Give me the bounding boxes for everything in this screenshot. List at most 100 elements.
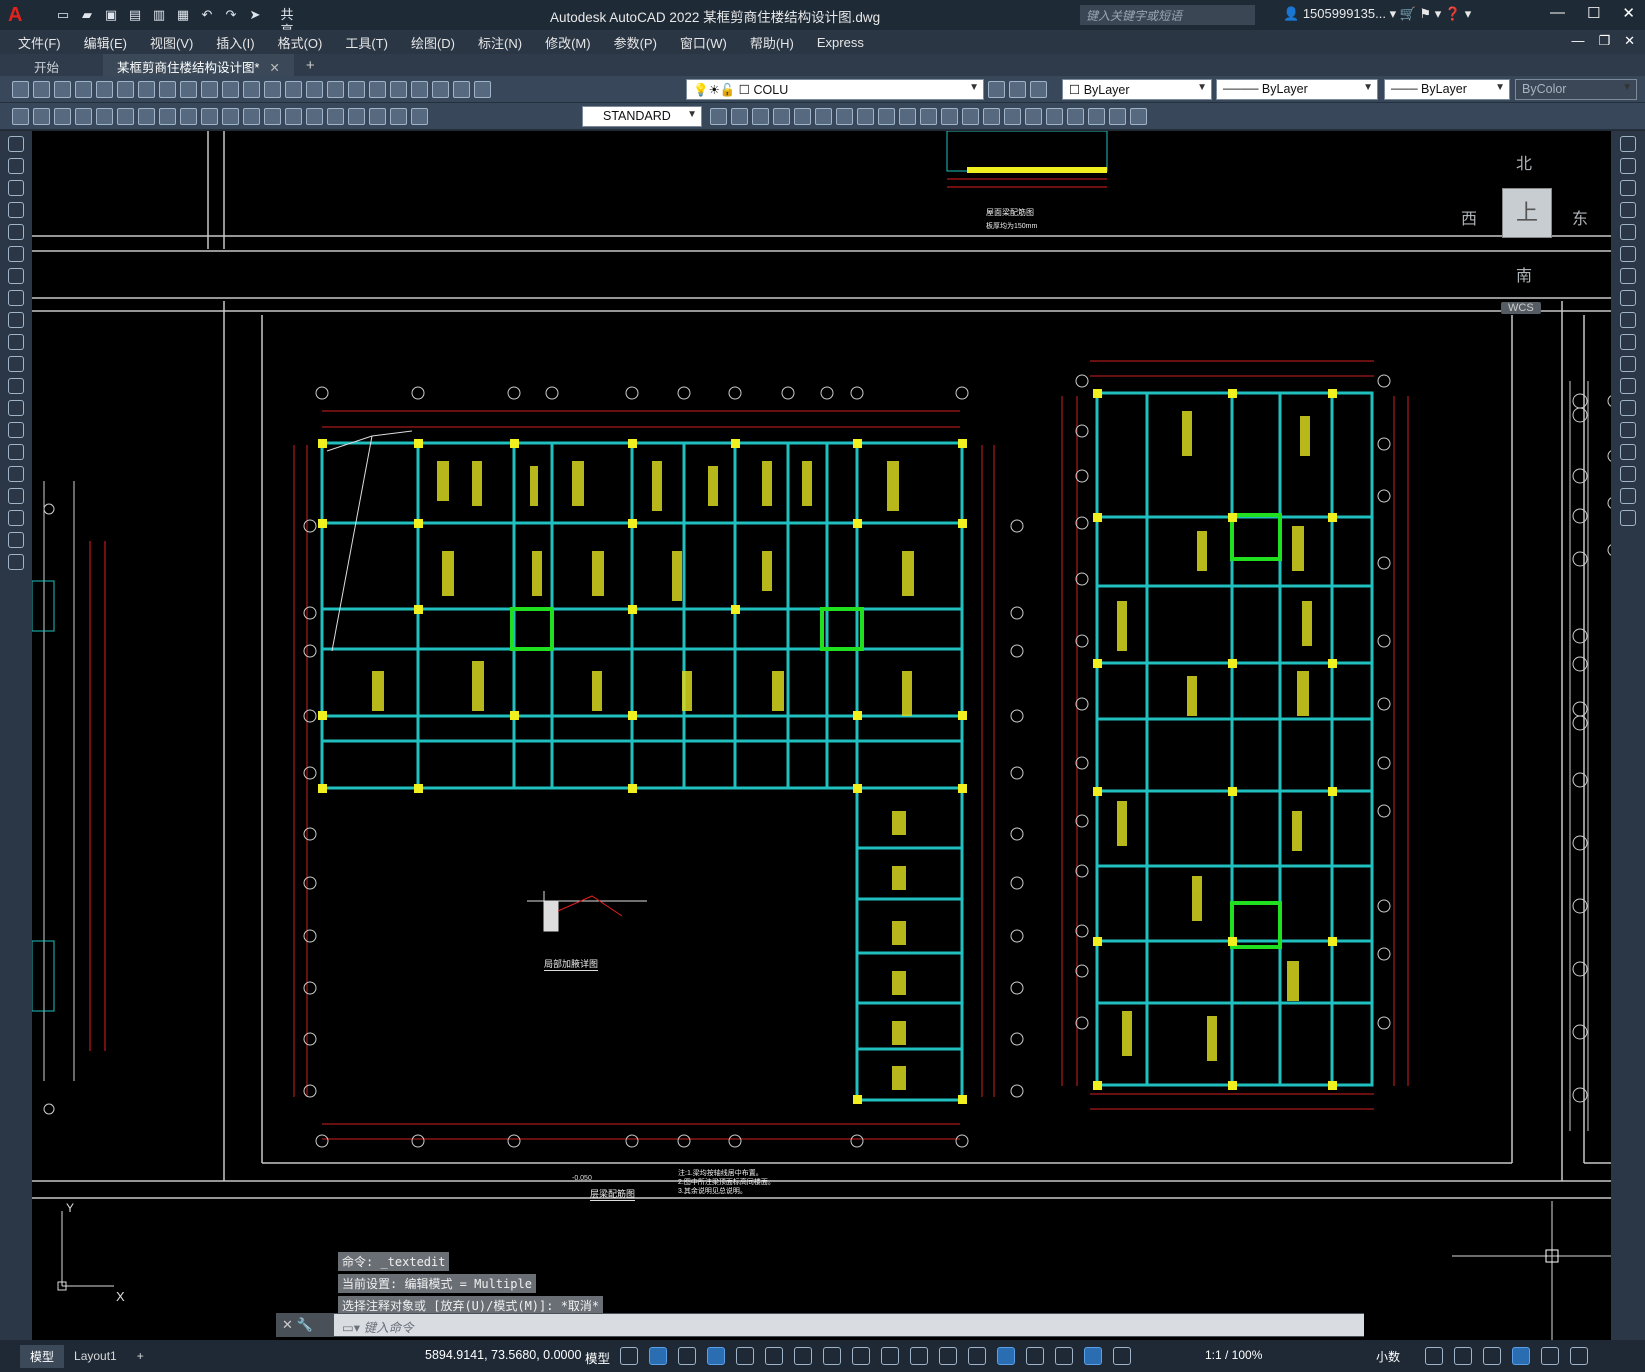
- break-point-icon[interactable]: [1620, 378, 1636, 394]
- redo-icon[interactable]: ↷: [222, 7, 240, 23]
- selection-filter-icon[interactable]: [1026, 1347, 1044, 1365]
- annotation-visibility-icon[interactable]: [1084, 1347, 1102, 1365]
- add-layout-icon[interactable]: +: [127, 1346, 154, 1366]
- join-icon[interactable]: [1620, 422, 1636, 438]
- intersect-icon[interactable]: [773, 108, 790, 125]
- gradient-icon[interactable]: [8, 466, 24, 482]
- autoscale-icon[interactable]: [1113, 1347, 1131, 1365]
- pan-icon[interactable]: [264, 81, 281, 98]
- lineweight-icon[interactable]: [881, 1347, 899, 1365]
- inspect-icon[interactable]: [327, 108, 344, 125]
- grid-icon[interactable]: [620, 1347, 638, 1365]
- rectangle-icon[interactable]: [8, 224, 24, 240]
- customization-icon[interactable]: [1570, 1347, 1588, 1365]
- cut-icon[interactable]: [138, 81, 155, 98]
- object-snap-tracking-icon[interactable]: [823, 1347, 841, 1365]
- shell-icon[interactable]: [1067, 108, 1084, 125]
- linetype-dropdown[interactable]: ──── ByLayer ▼: [1216, 79, 1378, 100]
- tool-palettes-icon[interactable]: [369, 81, 386, 98]
- polyline-icon[interactable]: [8, 180, 24, 196]
- trim-icon[interactable]: [1620, 334, 1636, 350]
- color-face-icon[interactable]: [983, 108, 1000, 125]
- scale-icon[interactable]: [1620, 290, 1636, 306]
- menu-modify[interactable]: 修改(M): [545, 33, 591, 52]
- move-face-icon[interactable]: [857, 108, 874, 125]
- menu-help[interactable]: 帮助(H): [750, 33, 794, 52]
- textstyle-dropdown[interactable]: STANDARD ▼: [582, 106, 702, 127]
- web-mobile-icon[interactable]: ▥: [150, 7, 168, 23]
- extend-icon[interactable]: [1620, 356, 1636, 372]
- dim-angular-icon[interactable]: [159, 108, 176, 125]
- dim-diameter-icon[interactable]: [138, 108, 155, 125]
- new-icon[interactable]: ▭: [54, 7, 72, 23]
- arc-icon[interactable]: [8, 246, 24, 262]
- make-block-icon[interactable]: [8, 400, 24, 416]
- annotation-scale[interactable]: 1:1 / 100%: [1205, 1348, 1262, 1362]
- tab-drawing[interactable]: 某框剪商住楼结构设计图* ✕: [103, 54, 294, 76]
- erase-icon[interactable]: [1620, 136, 1636, 152]
- close-icon[interactable]: ✕: [282, 1317, 293, 1332]
- layer-manager-icon[interactable]: [474, 81, 491, 98]
- selection-cycling-icon[interactable]: [939, 1347, 957, 1365]
- ellipse-icon[interactable]: [8, 334, 24, 350]
- save-as-icon[interactable]: ▤: [126, 7, 144, 23]
- save-icon[interactable]: ▣: [102, 7, 120, 23]
- help-icon[interactable]: [453, 81, 470, 98]
- color-dropdown[interactable]: ☐ ByLayer ▼: [1062, 79, 1212, 100]
- share-button[interactable]: 共享: [278, 7, 296, 38]
- clean-icon[interactable]: [1025, 108, 1042, 125]
- isodraft-icon[interactable]: [794, 1347, 812, 1365]
- gizmo-icon[interactable]: [1055, 1347, 1073, 1365]
- hatch-icon[interactable]: [8, 444, 24, 460]
- separate-icon[interactable]: [1046, 108, 1063, 125]
- layer-match-icon[interactable]: [1009, 81, 1026, 98]
- viewcube-south[interactable]: 南: [1516, 262, 1532, 286]
- viewcube-west[interactable]: 西: [1461, 205, 1477, 229]
- menu-draw[interactable]: 绘图(D): [411, 33, 455, 52]
- send-icon[interactable]: ➤: [246, 7, 264, 23]
- menu-dimension[interactable]: 标注(N): [478, 33, 522, 52]
- dynamic-ucs-icon[interactable]: [997, 1347, 1015, 1365]
- match-properties-icon[interactable]: [201, 81, 218, 98]
- dim-break-icon[interactable]: [264, 108, 281, 125]
- sheet-set-icon[interactable]: [390, 81, 407, 98]
- plotstyle-dropdown[interactable]: ByColor ▼: [1515, 79, 1637, 100]
- dim-space-icon[interactable]: [243, 108, 260, 125]
- command-input[interactable]: ▭▾ 键入命令: [334, 1314, 1364, 1336]
- menu-window[interactable]: 窗口(W): [680, 33, 727, 52]
- extrude-icon[interactable]: [794, 108, 811, 125]
- spline-icon[interactable]: [8, 312, 24, 328]
- minimize-icon[interactable]: —: [1550, 4, 1565, 22]
- tab-start[interactable]: 开始: [20, 54, 73, 76]
- viewcube-top-face[interactable]: 上: [1502, 188, 1552, 238]
- undo-icon[interactable]: [222, 81, 239, 98]
- menu-edit[interactable]: 编辑(E): [84, 33, 127, 52]
- blend-icon[interactable]: [1620, 488, 1636, 504]
- jogged-linear-icon[interactable]: [348, 108, 365, 125]
- wcs-menu[interactable]: WCS: [1501, 302, 1541, 314]
- undo-icon[interactable]: ↶: [198, 7, 216, 23]
- quick-properties-icon[interactable]: [1425, 1347, 1443, 1365]
- rotate-face-icon[interactable]: [920, 108, 937, 125]
- polygon-icon[interactable]: [8, 202, 24, 218]
- new-tab-icon[interactable]: +: [306, 56, 315, 76]
- paste-icon[interactable]: [180, 81, 197, 98]
- menu-insert[interactable]: 插入(I): [216, 33, 254, 52]
- copy-icon[interactable]: [159, 81, 176, 98]
- properties-icon[interactable]: [327, 81, 344, 98]
- imprint-icon[interactable]: [1004, 108, 1021, 125]
- check-icon[interactable]: [1088, 108, 1105, 125]
- clean-screen-icon[interactable]: [1541, 1347, 1559, 1365]
- layer-states-icon[interactable]: [1030, 81, 1047, 98]
- doc-close-icon[interactable]: ✕: [1624, 33, 1635, 49]
- presspull-icon[interactable]: [815, 108, 832, 125]
- object-snap-icon[interactable]: [852, 1347, 870, 1365]
- dim-radius-icon[interactable]: [96, 108, 113, 125]
- design-center-icon[interactable]: [348, 81, 365, 98]
- viewcube-north[interactable]: 北: [1516, 150, 1532, 174]
- model-space-button[interactable]: 模型: [585, 1348, 610, 1367]
- open-icon[interactable]: ▰: [78, 7, 96, 23]
- user-account[interactable]: 👤 1505999135... ▾ 🛒 ⚑ ▾ ❓ ▾: [1283, 6, 1471, 22]
- chamfer-icon[interactable]: [1620, 444, 1636, 460]
- coordinates-readout[interactable]: 5894.9141, 73.5680, 0.0000: [425, 1348, 581, 1362]
